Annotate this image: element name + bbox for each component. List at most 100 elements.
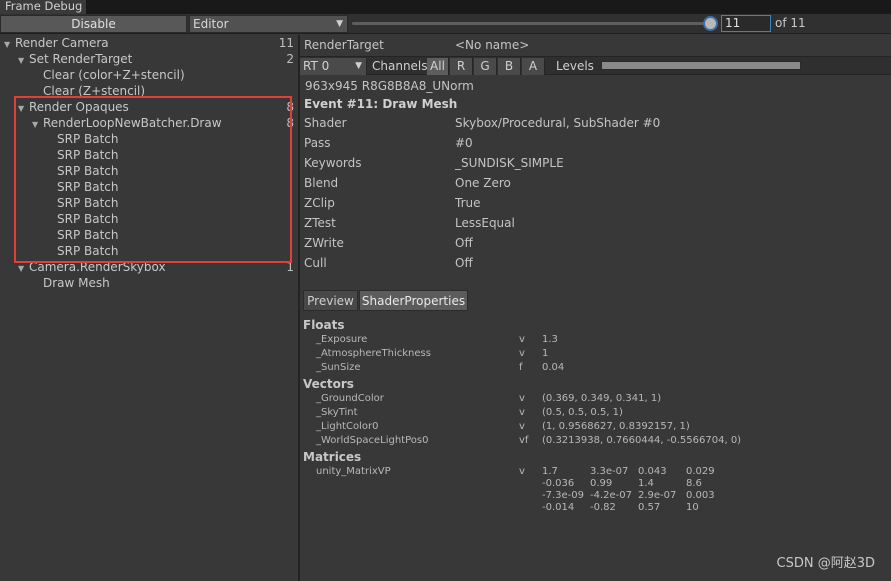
target-select[interactable]: Editor ▼ [189,15,348,33]
tree-item[interactable]: SRP Batch [46,243,119,259]
matrix-cell: -7.3e-09 [542,490,584,501]
detail-value: True [455,196,481,210]
dropdown-arrow-icon: ▼ [355,61,362,71]
tree-item[interactable]: SRP Batch [46,147,119,163]
detail-value: Skybox/Procedural, SubShader #0 [455,116,661,130]
float-name: _SunSize [316,362,361,373]
tree-item-label: SRP Batch [57,132,119,146]
levels-slider[interactable] [601,61,801,70]
tree-item-count: 1 [286,260,294,274]
vector-stage: v [519,393,525,404]
tree-item[interactable]: SRP Batch [46,227,119,243]
tree-item[interactable]: Clear (Z+stencil) [32,83,145,99]
matrix-cell: -0.82 [590,502,616,513]
float-name: _Exposure [316,334,368,345]
detail-key: Keywords [304,156,362,170]
channels-label: Channels [372,59,428,73]
matrix-cell: 0.99 [590,478,613,489]
tree-item-label: SRP Batch [57,148,119,162]
tree-item-label: Draw Mesh [43,276,110,290]
detail-key: Pass [304,136,331,150]
window-title-bar: Frame Debug [0,0,891,14]
detail-value: _SUNDISK_SIMPLE [455,156,564,170]
detail-value: Off [455,256,473,270]
channel-b-button[interactable]: B [498,58,521,75]
vector-stage: v [519,421,525,432]
tree-item[interactable]: SRP Batch [46,163,119,179]
event-title: Event #11: Draw Mesh [304,97,458,111]
event-slider-knob[interactable] [703,16,718,31]
render-target-label: RenderTarget [304,38,384,52]
matrix-cell: -0.036 [542,478,575,489]
vector-stage: v [519,407,525,418]
tree-item[interactable]: Clear (color+Z+stencil) [32,67,185,83]
vector-value: (0.369, 0.349, 0.341, 1) [542,393,662,404]
channel-a-button[interactable]: A [522,58,545,75]
matrix-cell: 2.9e-07 [638,490,677,501]
tab-shader-properties[interactable]: ShaderProperties [359,290,468,311]
vectors-heading: Vectors [303,377,354,391]
render-target-toolbar: RT 0 ▼ Channels All R G B A Levels [300,56,891,75]
matrix-cell: -0.014 [542,502,575,513]
vector-name: _WorldSpaceLightPos0 [316,435,429,446]
tab-preview[interactable]: Preview [303,290,358,311]
rt-select[interactable]: RT 0 ▼ [300,58,367,75]
matrix-cell: -4.2e-07 [590,490,632,501]
format-label: 963x945 R8G8B8A8_UNorm [305,79,474,93]
matrix-cell: 1.4 [638,478,654,489]
tree-item-label: SRP Batch [57,164,119,178]
levels-label: Levels [556,59,594,73]
floats-heading: Floats [303,318,345,332]
matrix-cell: 8.6 [686,478,702,489]
channel-all-button[interactable]: All [427,58,449,75]
matrix-cell: 1.7 [542,466,558,477]
render-target-value: <No name> [455,38,530,52]
toolbar: Disable Editor ▼ 11 of 11 [0,14,891,34]
event-slider-track[interactable] [352,22,712,25]
matrix-cell: 10 [686,502,699,513]
float-value: 1.3 [542,334,558,345]
vector-value: (0.3213938, 0.7660444, -0.5566704, 0) [542,435,742,446]
vector-value: (0.5, 0.5, 0.5, 1) [542,407,623,418]
detail-value: Off [455,236,473,250]
matrices-heading: Matrices [303,450,362,464]
window-title-tab[interactable]: Frame Debug [0,0,86,14]
tree-item-count: 8 [286,100,294,114]
target-select-value: Editor [193,17,229,31]
event-count-label: of 11 [775,16,806,30]
tree-item[interactable]: SRP Batch [46,131,119,147]
detail-key: ZClip [304,196,335,210]
disable-button[interactable]: Disable [0,15,187,33]
float-stage: v [519,348,525,359]
matrix-cell: 0.043 [638,466,667,477]
tree-item-count: 2 [286,52,294,66]
float-stage: f [519,362,523,373]
matrix-name: unity_MatrixVP [316,466,391,477]
matrix-cell: 0.57 [638,502,661,513]
tree-item[interactable]: Draw Mesh [32,275,110,291]
channel-g-button[interactable]: G [474,58,497,75]
tree-item-label: SRP Batch [57,180,119,194]
detail-key: ZWrite [304,236,344,250]
vector-value: (1, 0.9568627, 0.8392157, 1) [542,421,690,432]
event-index-input[interactable]: 11 [721,15,771,32]
float-value: 0.04 [542,362,565,373]
channel-r-button[interactable]: R [450,58,473,75]
detail-key: ZTest [304,216,336,230]
tree-item-count: 8 [286,116,294,130]
tree-item[interactable]: SRP Batch [46,179,119,195]
tree-item[interactable]: SRP Batch [46,195,119,211]
vector-stage: vf [519,435,529,446]
matrix-cell: 3.3e-07 [590,466,629,477]
tree-item-label: SRP Batch [57,212,119,226]
detail-key: Shader [304,116,347,130]
matrix-cell: 0.029 [686,466,715,477]
vector-name: _SkyTint [316,407,358,418]
tree-item-label: Clear (Z+stencil) [43,84,146,98]
detail-key: Blend [304,176,339,190]
tree-item[interactable]: SRP Batch [46,211,119,227]
tree-item-label: SRP Batch [57,228,119,242]
vector-name: _LightColor0 [316,421,379,432]
matrix-stage: v [519,466,525,477]
tree-item-label: Clear (color+Z+stencil) [43,68,185,82]
